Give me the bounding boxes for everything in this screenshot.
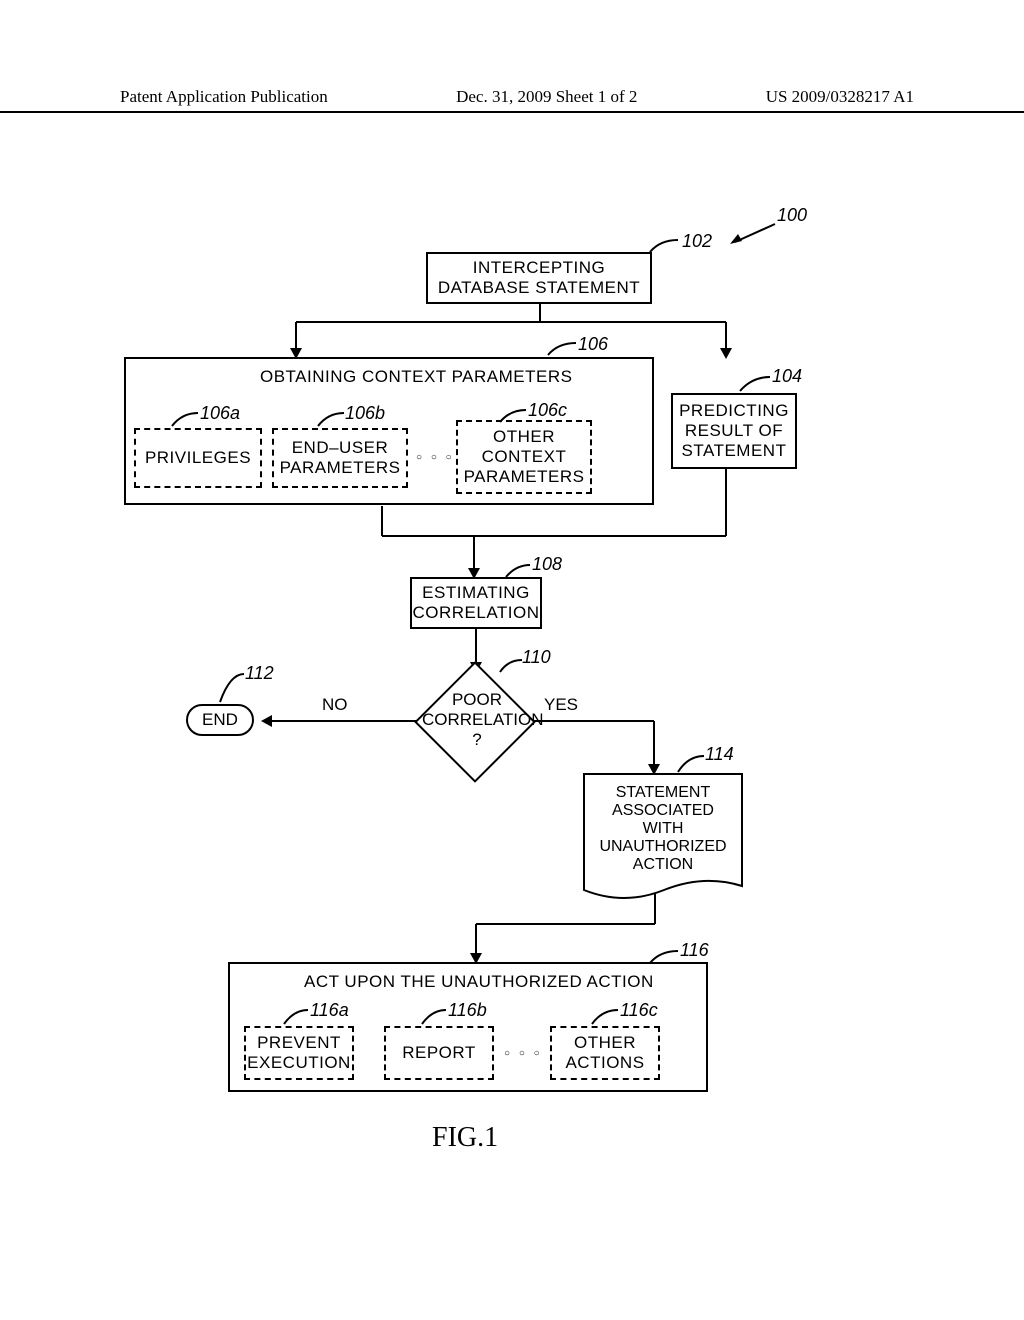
b104-l1: PREDICTING <box>679 401 789 421</box>
arrow-yes <box>534 715 664 775</box>
b114-l1: STATEMENT <box>588 784 738 802</box>
b106a-text: PRIVILEGES <box>145 448 251 468</box>
header-center: Dec. 31, 2009 Sheet 1 of 2 <box>456 87 637 107</box>
b106c-l1: OTHER <box>493 427 555 447</box>
b116a-l1: PREVENT <box>257 1033 341 1053</box>
b114-l3: WITH <box>588 820 738 838</box>
leader-112 <box>220 674 244 704</box>
ref-116c: 116c <box>620 1000 658 1021</box>
leader-110 <box>500 660 522 674</box>
ref-102: 102 <box>682 231 712 252</box>
ref-108: 108 <box>532 554 562 575</box>
leader-106a <box>172 413 198 428</box>
ref-116b: 116b <box>448 1000 487 1021</box>
leader-114 <box>678 756 704 774</box>
leader-108 <box>506 565 530 579</box>
b104-l2: RESULT OF <box>685 421 783 441</box>
ref-106c: 106c <box>528 400 567 421</box>
b116a-l2: EXECUTION <box>247 1053 351 1073</box>
block-102: INTERCEPTING DATABASE STATEMENT <box>426 252 652 304</box>
ref-114: 114 <box>705 744 734 765</box>
leader-106b <box>318 413 344 428</box>
block-108: ESTIMATING CORRELATION <box>410 577 542 629</box>
b116-title: ACT UPON THE UNAUTHORIZED ACTION <box>304 972 654 992</box>
end-text: END <box>202 710 238 730</box>
b106-title: OBTAINING CONTEXT PARAMETERS <box>260 367 572 387</box>
ref-104: 104 <box>772 366 802 387</box>
b114-l2: ASSOCIATED <box>588 802 738 820</box>
leader-116b <box>422 1010 446 1026</box>
page-header: Patent Application Publication Dec. 31, … <box>0 87 1024 113</box>
b114-content: STATEMENT ASSOCIATED WITH UNAUTHORIZED A… <box>588 784 738 874</box>
ref-106: 106 <box>578 334 608 355</box>
header-right: US 2009/0328217 A1 <box>766 87 914 107</box>
leader-102 <box>650 240 678 254</box>
b116c-l2: ACTIONS <box>565 1053 644 1073</box>
terminator-end: END <box>186 704 254 736</box>
block-104: PREDICTING RESULT OF STATEMENT <box>671 393 797 469</box>
d110-l2: CORRELATION <box>422 710 532 730</box>
leader-116 <box>650 951 678 965</box>
dots-116: ○ ○ ○ <box>504 1048 543 1059</box>
b106c-l2: CONTEXT <box>482 447 567 467</box>
block-116c: OTHER ACTIONS <box>550 1026 660 1080</box>
ref-116: 116 <box>680 940 709 961</box>
leader-106 <box>548 343 576 357</box>
ref-106a: 106a <box>200 403 240 424</box>
arrow-102-split <box>296 304 726 359</box>
b104-l3: STATEMENT <box>682 441 787 461</box>
d110-l3: ? <box>422 730 532 750</box>
b116c-l1: OTHER <box>574 1033 636 1053</box>
ref-106b: 106b <box>345 403 385 424</box>
edge-yes: YES <box>544 695 578 715</box>
header-left: Patent Application Publication <box>120 87 328 107</box>
dots-106: ○ ○ ○ <box>416 452 455 463</box>
b102-line1: INTERCEPTING <box>473 258 606 278</box>
block-106a: PRIVILEGES <box>134 428 262 488</box>
ref-100: 100 <box>777 205 807 226</box>
b108-l1: ESTIMATING <box>422 583 530 603</box>
leader-116a <box>284 1010 308 1026</box>
block-116a: PREVENT EXECUTION <box>244 1026 354 1080</box>
arrow-no <box>261 715 417 727</box>
b106b-l1: END–USER <box>292 438 389 458</box>
b114-l5: ACTION <box>588 856 738 874</box>
ref-116a: 116a <box>310 1000 349 1021</box>
ref-110: 110 <box>522 647 551 668</box>
edge-no: NO <box>322 695 348 715</box>
diamond-text: POOR CORRELATION ? <box>422 690 532 750</box>
leader-104 <box>740 377 770 393</box>
b114-l4: UNAUTHORIZED <box>588 838 738 856</box>
leader-100 <box>730 214 775 244</box>
leader-116c <box>592 1010 618 1026</box>
b108-l2: CORRELATION <box>412 603 539 623</box>
b102-line2: DATABASE STATEMENT <box>438 278 640 298</box>
ref-112: 112 <box>245 663 274 684</box>
d110-l1: POOR <box>422 690 532 710</box>
flowchart-diagram: 100 INTERCEPTING DATABASE STATEMENT 102 … <box>130 150 880 1210</box>
arrow-114-116 <box>470 894 660 964</box>
figure-label: FIG.1 <box>432 1122 498 1154</box>
leader-106c <box>500 410 526 424</box>
block-116b: REPORT <box>384 1026 494 1080</box>
b116b-text: REPORT <box>402 1043 476 1063</box>
